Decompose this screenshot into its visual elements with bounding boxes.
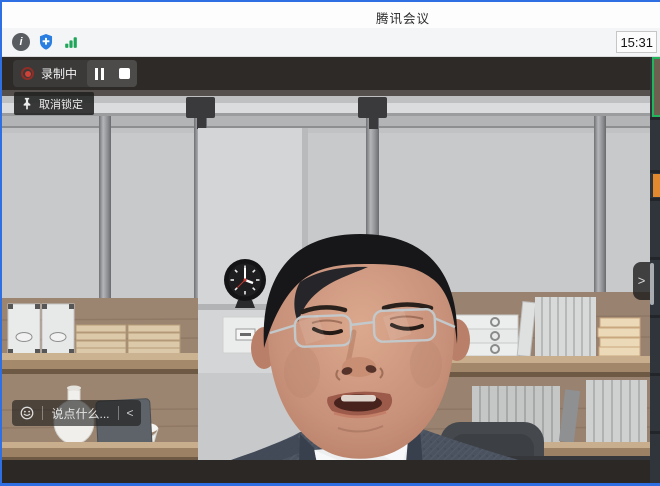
titlebar[interactable]: 腾讯会议 — [2, 2, 660, 28]
chat-bar[interactable]: 说点什么... < — [12, 400, 141, 426]
shield-icon[interactable] — [37, 33, 55, 51]
emoji-icon[interactable] — [12, 406, 42, 420]
chat-input-placeholder[interactable]: 说点什么... — [43, 405, 118, 422]
pause-recording-button[interactable] — [87, 60, 112, 87]
pause-icon — [95, 68, 104, 80]
collapsed-video-panel — [650, 57, 660, 483]
stop-icon — [119, 68, 130, 79]
record-dot-icon — [21, 67, 34, 80]
recording-control: 录制中 — [13, 60, 137, 87]
cream-book-stack — [598, 318, 640, 356]
chat-collapse-icon[interactable]: < — [119, 405, 141, 421]
expand-panel-button[interactable]: > — [633, 262, 650, 300]
panel-scrollbar[interactable] — [650, 263, 654, 305]
stop-recording-button[interactable] — [112, 60, 137, 87]
meeting-window: 腾讯会议 i 15:31 录制中 — [0, 0, 660, 486]
info-icon[interactable]: i — [12, 33, 30, 51]
network-signal-icon[interactable] — [62, 33, 80, 51]
clock-display: 15:31 — [616, 31, 657, 53]
wooden-trays — [76, 325, 180, 354]
unpin-label: 取消锁定 — [39, 96, 83, 112]
recording-status-label: 录制中 — [41, 65, 77, 82]
bottom-toolbar — [2, 460, 650, 483]
main-video: 取消锁定 说点什么... < — [2, 90, 650, 460]
pin-icon — [21, 97, 33, 110]
unpin-button[interactable]: 取消锁定 — [14, 92, 94, 115]
status-toolbar: i 15:31 — [2, 28, 660, 57]
window-title: 腾讯会议 — [376, 8, 430, 27]
recording-toolbar: 录制中 — [2, 57, 650, 90]
video-thumbnail-active[interactable] — [652, 57, 660, 117]
ribbed-books-top — [535, 297, 596, 356]
recording-status: 录制中 — [13, 65, 87, 82]
video-thumbnail-partial[interactable] — [653, 174, 660, 197]
